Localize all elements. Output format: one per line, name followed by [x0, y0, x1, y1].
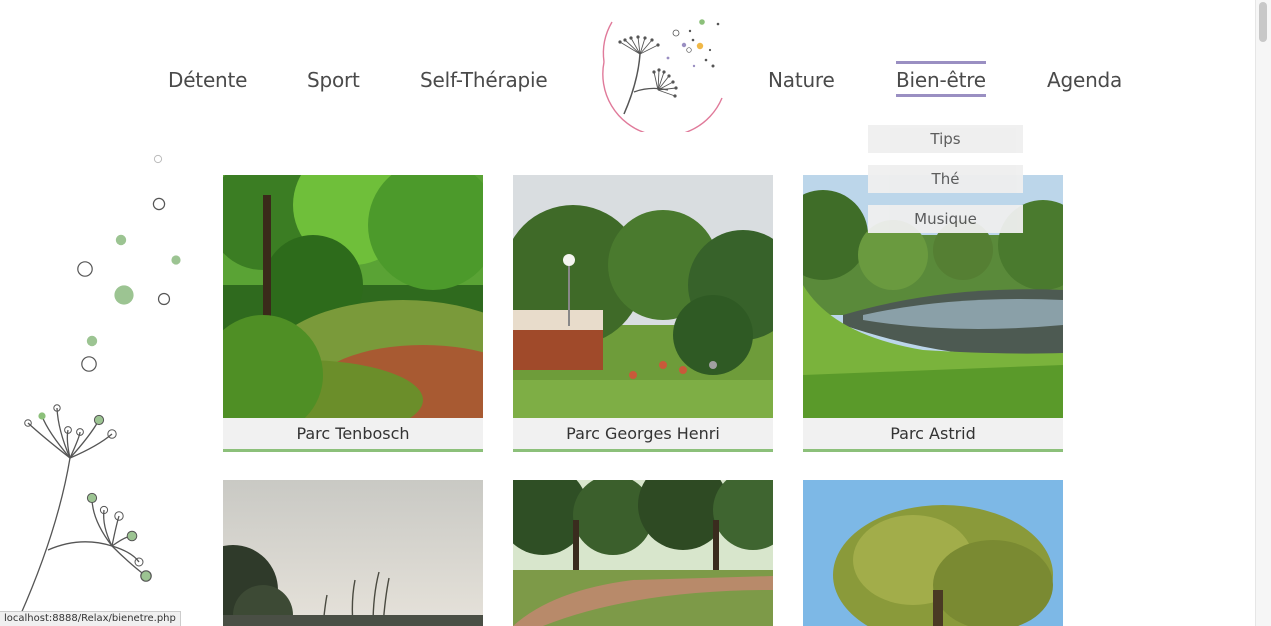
bien-etre-dropdown: Tips Thé Musique: [868, 125, 1023, 245]
park-photo-4[interactable]: [223, 480, 483, 626]
nav-sport[interactable]: Sport: [307, 68, 360, 92]
park-name[interactable]: Parc Georges Henri: [513, 418, 773, 452]
park-card-5[interactable]: [513, 480, 773, 626]
park-name[interactable]: Parc Tenbosch: [223, 418, 483, 452]
nav-nature[interactable]: Nature: [768, 68, 835, 92]
browser-status-bar: localhost:8888/Relax/bienetre.php: [0, 611, 181, 626]
vertical-scrollbar[interactable]: [1255, 0, 1271, 626]
park-photo-6[interactable]: [803, 480, 1063, 626]
nav-self-therapie[interactable]: Self-Thérapie: [420, 68, 548, 92]
dropdown-item-musique[interactable]: Musique: [868, 205, 1023, 233]
dropdown-item-the[interactable]: Thé: [868, 165, 1023, 193]
park-name[interactable]: Parc Astrid: [803, 418, 1063, 452]
park-card-4[interactable]: [223, 480, 483, 626]
dandelion-logo[interactable]: [598, 12, 728, 132]
park-card-tenbosch[interactable]: Parc Tenbosch: [223, 175, 483, 452]
nav-detente[interactable]: Détente: [168, 68, 247, 92]
scrollbar-thumb[interactable]: [1259, 2, 1267, 42]
park-card-georges-henri[interactable]: Parc Georges Henri: [513, 175, 773, 452]
nav-bien-etre[interactable]: Bien-être: [896, 61, 986, 97]
park-photo-tenbosch[interactable]: [223, 175, 483, 418]
park-photo-5[interactable]: [513, 480, 773, 626]
park-photo-georges-henri[interactable]: [513, 175, 773, 418]
dandelion-decoration: [19, 154, 181, 617]
nav-agenda[interactable]: Agenda: [1047, 68, 1122, 92]
park-card-6[interactable]: [803, 480, 1063, 626]
dropdown-item-tips[interactable]: Tips: [868, 125, 1023, 153]
